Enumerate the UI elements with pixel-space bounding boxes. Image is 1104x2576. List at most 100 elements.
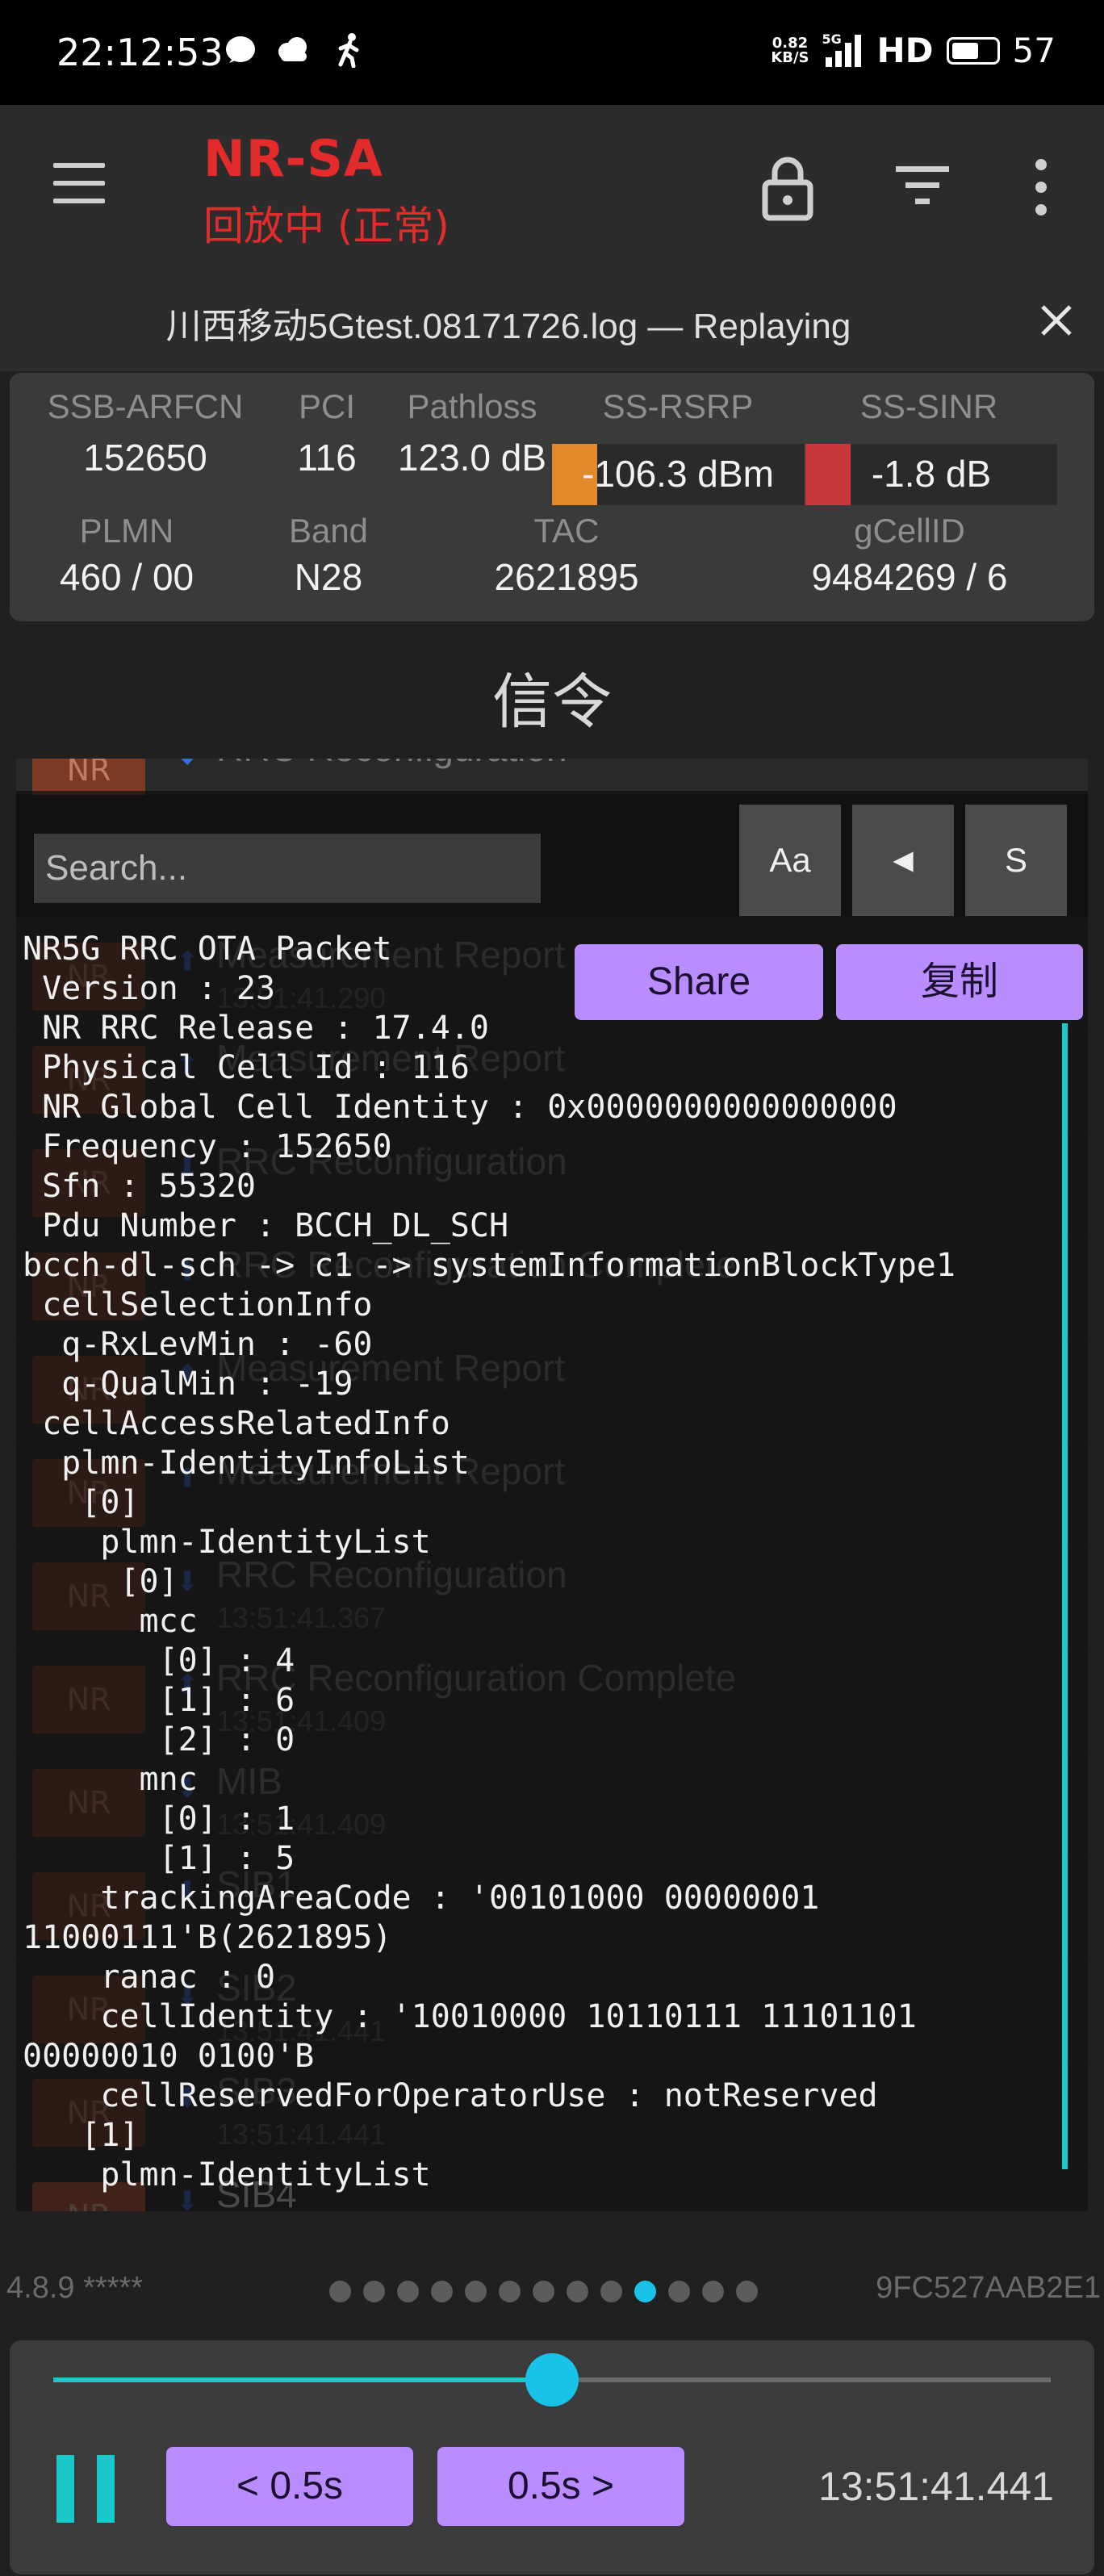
gcellid-cell: gCellID 9484269 / 6 xyxy=(752,512,1067,599)
seek-thumb[interactable] xyxy=(525,2353,579,2407)
sinr-meter: -1.8 dB xyxy=(805,444,1057,505)
page-dot[interactable] xyxy=(397,2281,419,2302)
app-bar: NR-SA 回放中 (正常) xyxy=(0,105,1104,282)
detail-line: 00000010 0100'B xyxy=(23,2038,315,2075)
detail-line: [0] : 1 xyxy=(23,1800,295,1838)
detail-line: [0] xyxy=(23,1484,140,1521)
detail-line: [1] : 5 xyxy=(23,1840,295,1877)
detail-line: Sfn : 55320 xyxy=(23,1168,256,1205)
cell-value: 2621895 xyxy=(494,556,639,598)
downlink-arrow-icon: ⬇ xyxy=(176,759,199,772)
detail-line: [0] xyxy=(23,1563,178,1600)
cell-header: PLMN xyxy=(79,512,174,550)
step-back-button[interactable]: < 0.5s xyxy=(166,2447,413,2526)
cell-value: 460 / 00 xyxy=(59,556,194,598)
previous-match-button[interactable]: ◄ xyxy=(852,805,954,916)
cell-value: N28 xyxy=(294,556,363,598)
detail-line: cellSelectionInfo xyxy=(23,1286,373,1324)
page-dot[interactable] xyxy=(499,2281,521,2302)
detail-scrollbar[interactable] xyxy=(1062,1023,1068,2169)
cloud-icon xyxy=(278,37,307,61)
detail-line: mcc xyxy=(23,1603,198,1640)
detail-line: q-QualMin : -19 xyxy=(23,1365,353,1403)
detail-line: plmn-IdentityInfoList xyxy=(23,1445,470,1482)
page-dot[interactable] xyxy=(702,2281,724,2302)
detail-line: cellAccessRelatedInfo xyxy=(23,1405,450,1442)
page-dot[interactable] xyxy=(465,2281,487,2302)
step-forward-button[interactable]: 0.5s > xyxy=(437,2447,684,2526)
cell-header: Pathloss xyxy=(407,387,537,425)
cell-header: TAC xyxy=(533,512,600,550)
cell-header: Band xyxy=(288,512,369,550)
share-button[interactable]: Share xyxy=(575,944,823,1020)
detail-line: 11000111'B(2621895) xyxy=(23,1919,392,1956)
cell-value: 116 xyxy=(297,437,357,479)
s-button[interactable]: S xyxy=(965,805,1067,916)
status-bar: 22:12:53 0.82 KB/S 5G HD 57 xyxy=(0,0,1104,105)
cell-value: 9484269 / 6 xyxy=(811,556,1008,598)
page-dot[interactable] xyxy=(567,2281,588,2302)
detail-line: NR Global Cell Identity : 0x000000000000… xyxy=(23,1089,897,1126)
detail-line: plmn-IdentityList xyxy=(23,2156,431,2193)
page-dot[interactable] xyxy=(431,2281,453,2302)
status-right: 0.82 KB/S 5G HD 57 xyxy=(771,31,1056,70)
detail-line: [0] : 4 xyxy=(23,1642,295,1679)
search-toolbar: Aa ◄ S xyxy=(16,795,1088,916)
battery-icon xyxy=(946,36,1000,65)
page-dot[interactable] xyxy=(634,2281,656,2302)
clock: 22:12:53 xyxy=(56,31,224,74)
font-size-button[interactable]: Aa xyxy=(739,805,841,916)
cell-header: SS-RSRP xyxy=(602,387,754,425)
detail-line: [1] : 6 xyxy=(23,1682,295,1719)
detail-line: [1] xyxy=(23,2117,140,2154)
page-dot[interactable] xyxy=(600,2281,622,2302)
tac-cell: TAC 2621895 xyxy=(429,512,704,599)
replay-time: 13:51:41.441 xyxy=(818,2464,1054,2509)
network-mode-title: NR-SA xyxy=(203,129,383,188)
search-input[interactable] xyxy=(34,834,541,903)
rsrp-header-cell: SS-RSRP xyxy=(552,387,804,426)
device-id: 9FC527AAB2E1 xyxy=(876,2271,1101,2305)
sinr-value: -1.8 dB xyxy=(871,453,992,495)
message-bubble-icon xyxy=(226,36,255,63)
replay-player: < 0.5s 0.5s > 13:51:41.441 xyxy=(10,2340,1094,2574)
menu-icon[interactable] xyxy=(53,163,105,203)
signal-icon: 5G xyxy=(822,31,864,69)
page-dot[interactable] xyxy=(668,2281,690,2302)
replay-file-name: 川西移动5Gtest.08171726.log — Replaying xyxy=(165,307,851,346)
hd-label: HD xyxy=(876,31,934,70)
filter-icon[interactable] xyxy=(896,163,949,208)
page-dot[interactable] xyxy=(329,2281,351,2302)
close-icon[interactable] xyxy=(1036,300,1077,341)
detail-line: Pdu Number : BCCH_DL_SCH xyxy=(23,1207,509,1244)
cell-header: SSB-ARFCN xyxy=(47,387,244,425)
cell-header: SS-SINR xyxy=(859,387,998,425)
detail-line: ranac : 0 xyxy=(23,1959,276,1996)
detail-line: cellIdentity : '10010000 10110111 111011… xyxy=(23,1998,917,2035)
page-dot[interactable] xyxy=(533,2281,554,2302)
net-speed-value: 0.82 xyxy=(772,34,809,52)
rsrp-value: -106.3 dBm xyxy=(582,453,774,495)
more-options-icon[interactable] xyxy=(1030,157,1052,218)
net-speed: 0.82 KB/S xyxy=(771,36,809,65)
pathloss-cell: Pathloss 123.0 dB xyxy=(387,387,557,479)
detail-line: Physical Cell Id : 116 xyxy=(23,1049,470,1086)
message-name: RRC Reconfiguration xyxy=(216,759,567,770)
copy-button[interactable]: 复制 xyxy=(836,944,1083,1020)
ssb-arfcn-cell: SSB-ARFCN 152650 xyxy=(24,387,266,479)
rsrp-meter: -106.3 dBm xyxy=(552,444,804,505)
lock-icon[interactable] xyxy=(762,153,813,221)
page-indicator[interactable] xyxy=(329,2281,758,2302)
cell-header: gCellID xyxy=(854,512,965,550)
page-dot[interactable] xyxy=(363,2281,385,2302)
detail-line: plmn-IdentityList xyxy=(23,1524,431,1561)
app-version: 4.8.9 ***** xyxy=(6,2271,144,2305)
pause-icon[interactable] xyxy=(56,2455,118,2523)
band-cell: Band N28 xyxy=(252,512,405,599)
detail-line: cellReservedForOperatorUse : notReserved xyxy=(23,2077,878,2114)
detail-line: mnc xyxy=(23,1761,198,1798)
page-dot[interactable] xyxy=(736,2281,758,2302)
detail-line: trackingAreaCode : '00101000 00000001 xyxy=(23,1880,820,1917)
cell-header: PCI xyxy=(298,387,355,425)
cell-info-panel: SSB-ARFCN 152650 PCI 116 Pathloss 123.0 … xyxy=(10,373,1094,621)
